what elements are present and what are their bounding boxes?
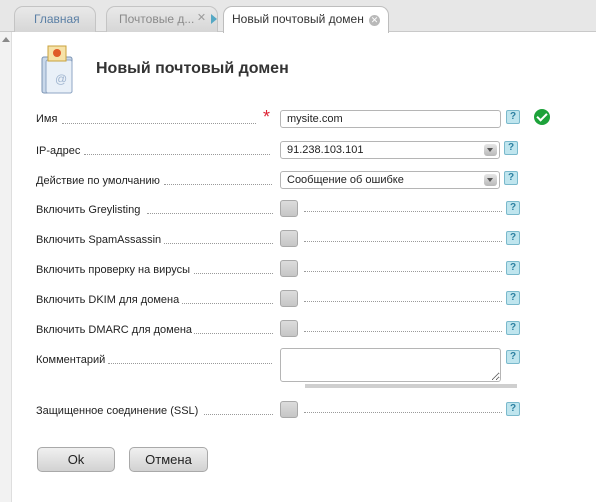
leader-dots bbox=[304, 271, 502, 272]
tab-new-mail-domain[interactable]: Новый почтовый домен ✕ bbox=[223, 6, 389, 33]
comment-label: Комментарий bbox=[36, 354, 106, 366]
comment-resize-handle[interactable] bbox=[305, 384, 517, 388]
default-action-help-icon[interactable]: ? bbox=[504, 171, 518, 185]
ssl-checkbox[interactable] bbox=[280, 401, 298, 418]
ssl-help-icon[interactable]: ? bbox=[506, 402, 520, 416]
leader-dots bbox=[304, 211, 502, 212]
leader-dots bbox=[108, 363, 272, 364]
name-input[interactable] bbox=[280, 110, 501, 128]
leader-dots bbox=[194, 333, 273, 334]
greylisting-help-icon[interactable]: ? bbox=[506, 201, 520, 215]
greylisting-checkbox[interactable] bbox=[280, 200, 298, 217]
leader-dots bbox=[147, 213, 273, 214]
leader-dots bbox=[164, 184, 272, 185]
default-action-select[interactable]: Сообщение об ошибке bbox=[280, 171, 500, 189]
default-action-label: Действие по умолчанию bbox=[36, 175, 160, 187]
dkim-checkbox[interactable] bbox=[280, 290, 298, 307]
greylisting-label: Включить Greylisting bbox=[36, 204, 141, 216]
antivirus-label: Включить проверку на вирусы bbox=[36, 264, 191, 276]
leader-dots bbox=[304, 301, 502, 302]
dmarc-help-icon[interactable]: ? bbox=[506, 321, 520, 335]
ip-help-icon[interactable]: ? bbox=[504, 141, 518, 155]
antivirus-checkbox[interactable] bbox=[280, 260, 298, 277]
tab-arrow-icon bbox=[211, 14, 217, 24]
close-icon[interactable]: ✕ bbox=[196, 13, 207, 24]
mail-domain-icon: @ bbox=[41, 45, 73, 94]
leader-dots bbox=[62, 123, 256, 124]
spamassassin-help-icon[interactable]: ? bbox=[506, 231, 520, 245]
ssl-label: Защищенное соединение (SSL) bbox=[36, 405, 199, 417]
dmarc-checkbox[interactable] bbox=[280, 320, 298, 337]
comment-help-icon[interactable]: ? bbox=[506, 350, 520, 364]
spamassassin-checkbox[interactable] bbox=[280, 230, 298, 247]
leader-dots bbox=[304, 241, 502, 242]
tab-home[interactable]: Главная bbox=[14, 6, 96, 32]
tab-mail-domains[interactable]: Почтовые д... ✕ bbox=[106, 6, 218, 32]
name-help-icon[interactable]: ? bbox=[506, 110, 520, 124]
close-icon[interactable]: ✕ bbox=[369, 15, 380, 26]
default-action-select-value: Сообщение об ошибке bbox=[287, 174, 404, 186]
leader-dots bbox=[84, 154, 270, 155]
chevron-up-icon[interactable] bbox=[2, 37, 10, 42]
comment-textarea[interactable] bbox=[280, 348, 501, 382]
name-label: Имя bbox=[36, 113, 58, 125]
tab-mail-domains-label: Почтовые д... bbox=[119, 12, 195, 26]
chevron-down-icon[interactable] bbox=[484, 174, 497, 186]
spamassassin-label: Включить SpamAssassin bbox=[36, 234, 162, 246]
leader-dots bbox=[304, 331, 502, 332]
left-collapse-strip[interactable] bbox=[0, 32, 12, 502]
ok-button[interactable]: Ok bbox=[37, 447, 115, 472]
antivirus-help-icon[interactable]: ? bbox=[506, 261, 520, 275]
check-icon bbox=[534, 109, 550, 125]
leader-dots bbox=[194, 273, 273, 274]
leader-dots bbox=[304, 412, 502, 413]
leader-dots bbox=[164, 243, 273, 244]
ip-select[interactable]: 91.238.103.101 bbox=[280, 141, 500, 159]
leader-dots bbox=[182, 303, 273, 304]
page-title: Новый почтовый домен bbox=[96, 60, 289, 77]
dkim-help-icon[interactable]: ? bbox=[506, 291, 520, 305]
required-mark: * bbox=[263, 107, 271, 127]
dkim-label: Включить DKIM для домена bbox=[36, 294, 180, 306]
tab-new-mail-domain-label: Новый почтовый домен bbox=[232, 12, 364, 26]
ip-select-value: 91.238.103.101 bbox=[287, 144, 364, 156]
cancel-button[interactable]: Отмена bbox=[129, 447, 208, 472]
chevron-down-icon[interactable] bbox=[484, 144, 497, 156]
ip-label: IP-адрес bbox=[36, 145, 81, 157]
dmarc-label: Включить DMARC для домена bbox=[36, 324, 193, 336]
leader-dots bbox=[204, 414, 273, 415]
svg-text:@: @ bbox=[55, 72, 67, 86]
tab-bar: Главная Почтовые д... ✕ Новый почтовый д… bbox=[0, 0, 596, 33]
